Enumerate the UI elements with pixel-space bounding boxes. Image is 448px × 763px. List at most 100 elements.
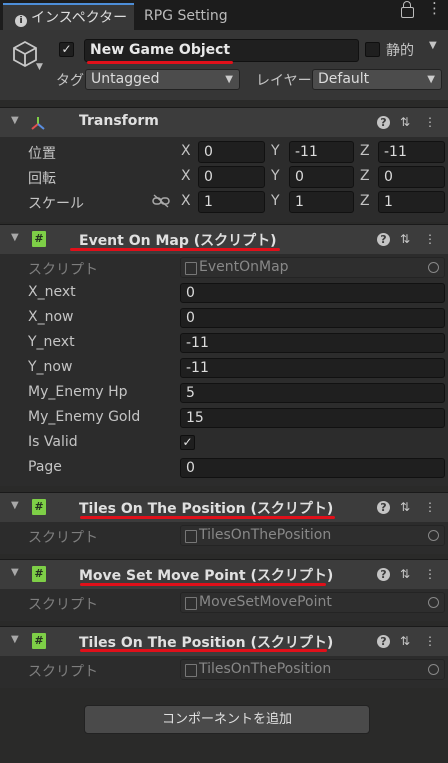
axis-y-label[interactable]: Y (271, 193, 280, 209)
more-options-icon[interactable]: ⋮ (427, 1, 442, 16)
field-value-input[interactable]: 0 (180, 283, 445, 303)
transform-title: Transform (79, 113, 159, 129)
layer-dropdown[interactable]: Default ▼ (312, 69, 442, 90)
tiles-underline-annotation (80, 649, 327, 652)
position-z-input[interactable]: -11 (378, 141, 445, 163)
field-value-input[interactable]: -11 (180, 333, 445, 353)
static-checkbox[interactable] (365, 42, 380, 57)
axis-z-label[interactable]: Z (360, 193, 370, 209)
position-x-input[interactable]: 0 (198, 141, 265, 163)
help-icon[interactable]: ? (377, 568, 390, 581)
fold-arrow-icon[interactable]: ▼ (11, 634, 19, 645)
add-component-button[interactable]: コンポーネントを追加 (84, 705, 370, 734)
rotation-x-input[interactable]: 0 (198, 166, 265, 188)
tag-value: Untagged (91, 71, 160, 87)
event-on-map-underline-annotation (70, 248, 280, 251)
field-label: Y_next (28, 334, 75, 350)
icon-dropdown-arrow-icon[interactable]: ▼ (36, 62, 43, 72)
is-valid-label: Is Valid (28, 434, 78, 450)
object-picker-icon[interactable] (428, 664, 439, 675)
help-icon[interactable]: ? (377, 635, 390, 648)
more-options-icon[interactable]: ⋮ (424, 500, 436, 514)
script-file-icon (185, 530, 197, 543)
field-value-input[interactable]: 0 (180, 308, 445, 328)
is-valid-checkbox[interactable]: ✓ (180, 435, 195, 450)
csharp-script-icon: # (32, 566, 46, 582)
script-reference-field[interactable]: EventOnMap (180, 257, 445, 278)
scale-x-input[interactable]: 1 (198, 191, 265, 213)
axis-x-label[interactable]: X (181, 143, 191, 159)
tag-dropdown[interactable]: Untagged ▼ (85, 69, 240, 90)
static-label: 静的 (386, 43, 414, 59)
rotation-y-input[interactable]: 0 (289, 166, 354, 188)
script-label: スクリプト (28, 664, 98, 680)
help-icon[interactable]: ? (377, 233, 390, 246)
lock-icon[interactable] (401, 1, 414, 18)
help-icon[interactable]: ? (377, 116, 390, 129)
tab-rpg-setting[interactable]: RPG Setting (144, 3, 228, 30)
fold-arrow-icon[interactable]: ▼ (11, 115, 19, 126)
axis-x-label[interactable]: X (181, 193, 191, 209)
object-name-input[interactable]: New Game Object (84, 39, 359, 62)
preset-sliders-icon[interactable]: ⇅ (400, 232, 410, 246)
axis-z-label[interactable]: Z (360, 143, 370, 159)
more-options-icon[interactable]: ⋮ (424, 567, 436, 581)
preset-sliders-icon[interactable]: ⇅ (400, 634, 410, 648)
script-name: MoveSetMovePoint (199, 594, 332, 610)
axis-x-label[interactable]: X (181, 168, 191, 184)
more-options-icon[interactable]: ⋮ (424, 115, 436, 129)
transform-axes-icon (31, 117, 45, 130)
tab-inspector[interactable]: i インスペクター (3, 3, 134, 30)
script-name: EventOnMap (199, 259, 289, 275)
active-checkbox[interactable]: ✓ (59, 42, 74, 57)
script-reference-field[interactable]: TilesOnThePosition (180, 525, 445, 546)
field-value-input[interactable]: 5 (180, 383, 445, 403)
tiles-on-position-title: Tiles On The Position (スクリプト) (79, 501, 334, 517)
preset-sliders-icon[interactable]: ⇅ (400, 567, 410, 581)
fold-arrow-icon[interactable]: ▼ (11, 500, 19, 511)
field-value-input[interactable]: 15 (180, 408, 445, 428)
field-label: X_now (28, 309, 74, 325)
axis-y-label[interactable]: Y (271, 168, 280, 184)
axis-y-label[interactable]: Y (271, 143, 280, 159)
page-input[interactable]: 0 (180, 458, 445, 478)
fold-arrow-icon[interactable]: ▼ (11, 232, 19, 243)
csharp-script-icon: # (32, 633, 46, 649)
object-picker-icon[interactable] (428, 530, 439, 541)
object-picker-icon[interactable] (428, 262, 439, 273)
more-options-icon[interactable]: ⋮ (424, 232, 436, 246)
name-underline-annotation (87, 61, 233, 64)
help-icon[interactable]: ? (377, 501, 390, 514)
script-file-icon (185, 664, 197, 677)
move-set-underline-annotation (80, 583, 326, 586)
tab-inspector-label: インスペクター (31, 10, 128, 26)
link-constrain-icon[interactable] (152, 194, 170, 208)
script-file-icon (185, 597, 197, 610)
static-dropdown-arrow-icon[interactable]: ▼ (429, 40, 437, 51)
field-label: My_Enemy Gold (28, 409, 141, 425)
script-label: スクリプト (28, 530, 98, 546)
field-value-input[interactable]: -11 (180, 358, 445, 378)
scale-y-input[interactable]: 1 (289, 191, 354, 213)
script-reference-field[interactable]: MoveSetMovePoint (180, 592, 445, 613)
script-label: スクリプト (28, 262, 98, 278)
chevron-down-icon: ▼ (225, 74, 233, 85)
fold-arrow-icon[interactable]: ▼ (11, 567, 19, 578)
move-set-title: Move Set Move Point (スクリプト) (79, 568, 334, 584)
scale-z-input[interactable]: 1 (378, 191, 445, 213)
gameobject-cube-icon[interactable] (12, 40, 38, 68)
more-options-icon[interactable]: ⋮ (424, 634, 436, 648)
field-label: Y_now (28, 359, 73, 375)
script-reference-field[interactable]: TilesOnThePosition (180, 659, 445, 680)
field-label: X_next (28, 284, 76, 300)
tag-label: タグ (56, 73, 84, 89)
position-y-input[interactable]: -11 (289, 141, 354, 163)
rotation-z-input[interactable]: 0 (378, 166, 445, 188)
event-on-map-title: Event On Map (スクリプト) (79, 233, 277, 249)
preset-sliders-icon[interactable]: ⇅ (400, 500, 410, 514)
axis-z-label[interactable]: Z (360, 168, 370, 184)
position-label: 位置 (28, 146, 56, 162)
object-picker-icon[interactable] (428, 597, 439, 608)
transform-header[interactable]: ▼ Transform ? ⇅ ⋮ (0, 107, 448, 137)
preset-sliders-icon[interactable]: ⇅ (400, 115, 410, 129)
